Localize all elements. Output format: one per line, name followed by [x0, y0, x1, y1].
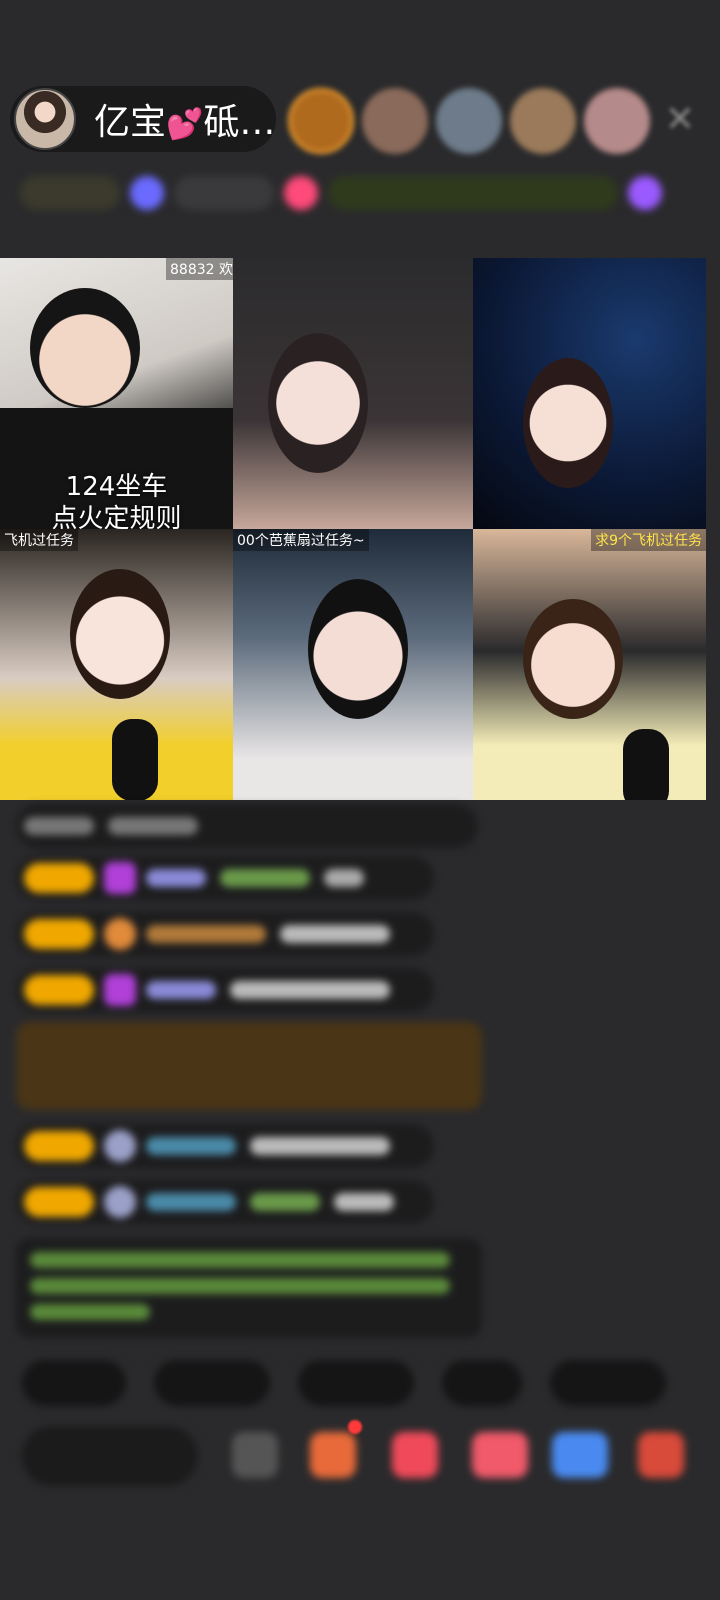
- video-corner-text: 求9个飞机过任务: [591, 529, 706, 551]
- host-name: 亿宝💕砥…: [94, 93, 275, 145]
- quick-phrase-chip[interactable]: [442, 1360, 522, 1406]
- quick-phrase-chip[interactable]: [550, 1360, 666, 1406]
- microphone: [623, 729, 669, 800]
- gift-message: [16, 1022, 482, 1110]
- video-tile-4[interactable]: 飞机过任务: [0, 529, 233, 800]
- guest-face: [308, 579, 408, 719]
- quick-phrase-chip[interactable]: [22, 1360, 126, 1406]
- emoji-icon[interactable]: [232, 1432, 278, 1478]
- video-tile-2[interactable]: [233, 258, 473, 529]
- guest-face: [523, 599, 623, 719]
- viewer-avatar[interactable]: [436, 88, 502, 154]
- room-badge-bar: [20, 172, 684, 214]
- video-corner-text: 00个芭蕉扇过任务~: [233, 529, 369, 551]
- quick-phrases: [22, 1360, 666, 1406]
- chat-message: [16, 968, 434, 1012]
- chat-message: [16, 804, 478, 848]
- gift-box-icon[interactable]: [310, 1432, 356, 1478]
- treasure-icon[interactable]: [392, 1432, 438, 1478]
- host-avatar[interactable]: [14, 88, 76, 150]
- guest-face: [268, 333, 368, 473]
- chat-input[interactable]: [22, 1426, 198, 1486]
- video-corner-text: 88832 欢迎: [166, 258, 233, 280]
- video-tile-6[interactable]: 求9个飞机过任务: [473, 529, 706, 800]
- guest-face: [70, 569, 170, 699]
- microphone: [112, 719, 158, 800]
- video-tile-3[interactable]: [473, 258, 706, 529]
- multi-guest-video-grid: 124坐车 点火定规则 88832 欢迎 飞机过任务 00个芭蕉扇过任务~ 求9…: [0, 258, 706, 800]
- video-tile-5[interactable]: 00个芭蕉扇过任务~: [233, 529, 473, 800]
- guest-face: [523, 358, 613, 488]
- chat-message: [16, 856, 434, 900]
- top-viewers-list: [288, 88, 650, 154]
- system-notice: [16, 1238, 482, 1338]
- heart-gift-icon[interactable]: [472, 1432, 528, 1478]
- close-icon[interactable]: ✕: [660, 100, 700, 140]
- video-tile-1[interactable]: 124坐车 点火定规则 88832 欢迎: [0, 258, 233, 529]
- bottom-toolbar: [22, 1420, 720, 1486]
- chat-message: [16, 1124, 434, 1168]
- guest-face: [30, 288, 140, 408]
- viewer-avatar[interactable]: [288, 88, 354, 154]
- chat-message: [16, 912, 434, 956]
- viewer-avatar[interactable]: [584, 88, 650, 154]
- host-name-suffix: 砥…: [203, 102, 276, 143]
- quick-phrase-chip[interactable]: [154, 1360, 270, 1406]
- heart-icon: 💕: [166, 107, 204, 142]
- chat-message: [16, 1180, 434, 1224]
- host-info-pill[interactable]: 亿宝💕砥…: [10, 86, 276, 152]
- quick-phrase-chip[interactable]: [298, 1360, 414, 1406]
- video-overlay-line2: 点火定规则: [51, 504, 182, 529]
- game-icon[interactable]: [552, 1432, 608, 1478]
- host-name-prefix: 亿宝: [94, 102, 167, 143]
- viewer-avatar[interactable]: [362, 88, 428, 154]
- notification-dot: [348, 1420, 362, 1434]
- gift-icon[interactable]: [638, 1432, 684, 1478]
- video-corner-text: 飞机过任务: [0, 529, 78, 551]
- viewer-avatar[interactable]: [510, 88, 576, 154]
